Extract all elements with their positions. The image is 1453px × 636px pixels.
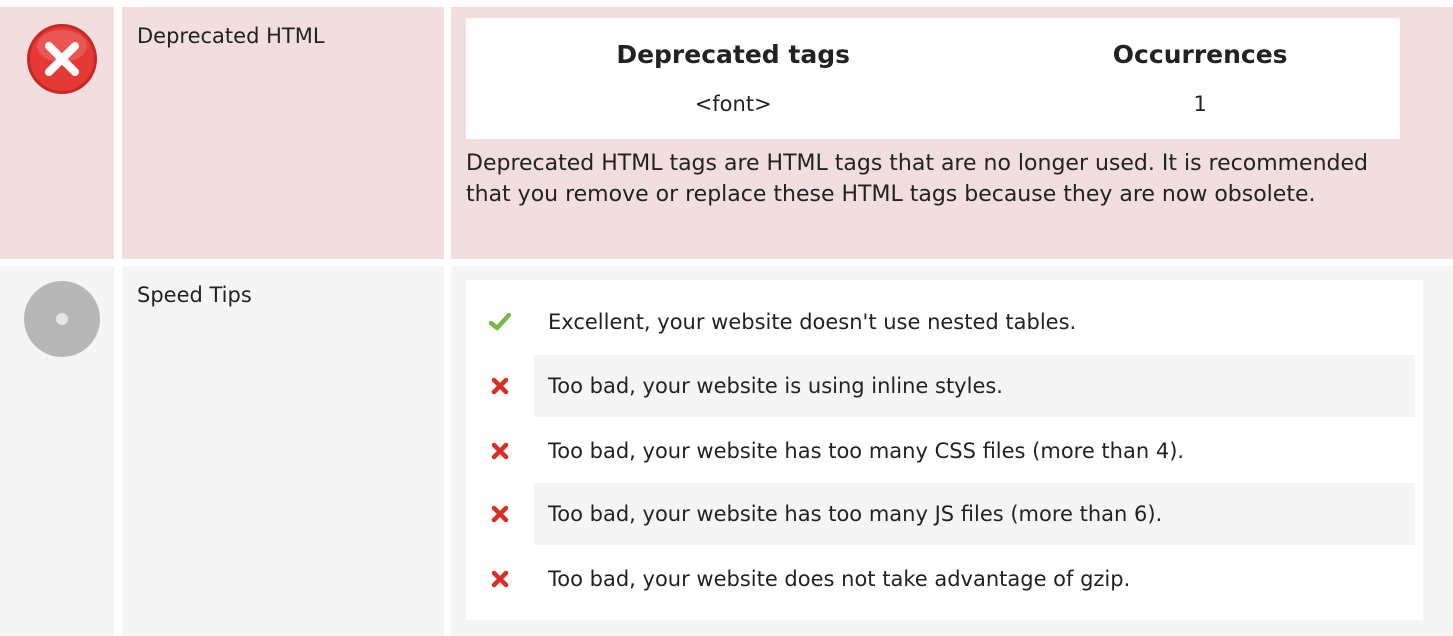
check-icon — [471, 291, 528, 353]
deprecated-html-label: Deprecated HTML — [137, 24, 325, 48]
speed-tip-text: Too bad, your website is using inline st… — [534, 355, 1415, 417]
column-header-deprecated-tags: Deprecated tags — [466, 18, 1001, 91]
speed-tip-text: Excellent, your website doesn't use nest… — [548, 310, 1077, 334]
cross-icon — [471, 483, 528, 545]
speed-tip-text: Too bad, your website has too many CSS f… — [548, 439, 1185, 463]
cross-icon — [471, 420, 528, 482]
speed-tips-content-cell: Excellent, your website doesn't use nest… — [451, 266, 1453, 636]
deprecated-html-description: Deprecated HTML tags are HTML tags that … — [466, 151, 1368, 207]
cross-icon — [471, 355, 528, 417]
deprecated-html-status-cell — [0, 7, 114, 259]
deprecated-html-content-cell: Deprecated tags Occurrences <font> 1 Dep… — [451, 7, 1453, 259]
speed-tip-text: Too bad, your website has too many JS fi… — [534, 483, 1415, 545]
speed-tips-list: Excellent, your website doesn't use nest… — [466, 280, 1423, 620]
table-row: <font> 1 — [466, 91, 1400, 139]
speed-tips-status-cell — [0, 266, 114, 636]
deprecated-tag-cell: <font> — [466, 91, 1001, 139]
neutral-status-icon — [24, 281, 100, 357]
speed-tips-label-cell: Speed Tips — [122, 266, 444, 636]
occurrences-cell: 1 — [1000, 91, 1400, 139]
deprecated-html-label-cell: Deprecated HTML — [122, 7, 444, 259]
list-item: Too bad, your website is using inline st… — [471, 355, 1415, 417]
list-item: Excellent, your website doesn't use nest… — [471, 291, 1415, 353]
deprecated-tags-table: Deprecated tags Occurrences <font> 1 — [466, 18, 1400, 139]
column-header-occurrences: Occurrences — [1000, 18, 1400, 91]
cross-icon — [471, 548, 528, 610]
speed-tip-text: Too bad, your website does not take adva… — [548, 567, 1131, 591]
list-item: Too bad, your website has too many CSS f… — [471, 420, 1415, 482]
speed-tips-label: Speed Tips — [137, 283, 252, 307]
list-item: Too bad, your website does not take adva… — [471, 548, 1415, 610]
table-header-row: Deprecated tags Occurrences — [466, 18, 1400, 91]
error-icon — [27, 24, 97, 94]
list-item: Too bad, your website has too many JS fi… — [471, 483, 1415, 545]
